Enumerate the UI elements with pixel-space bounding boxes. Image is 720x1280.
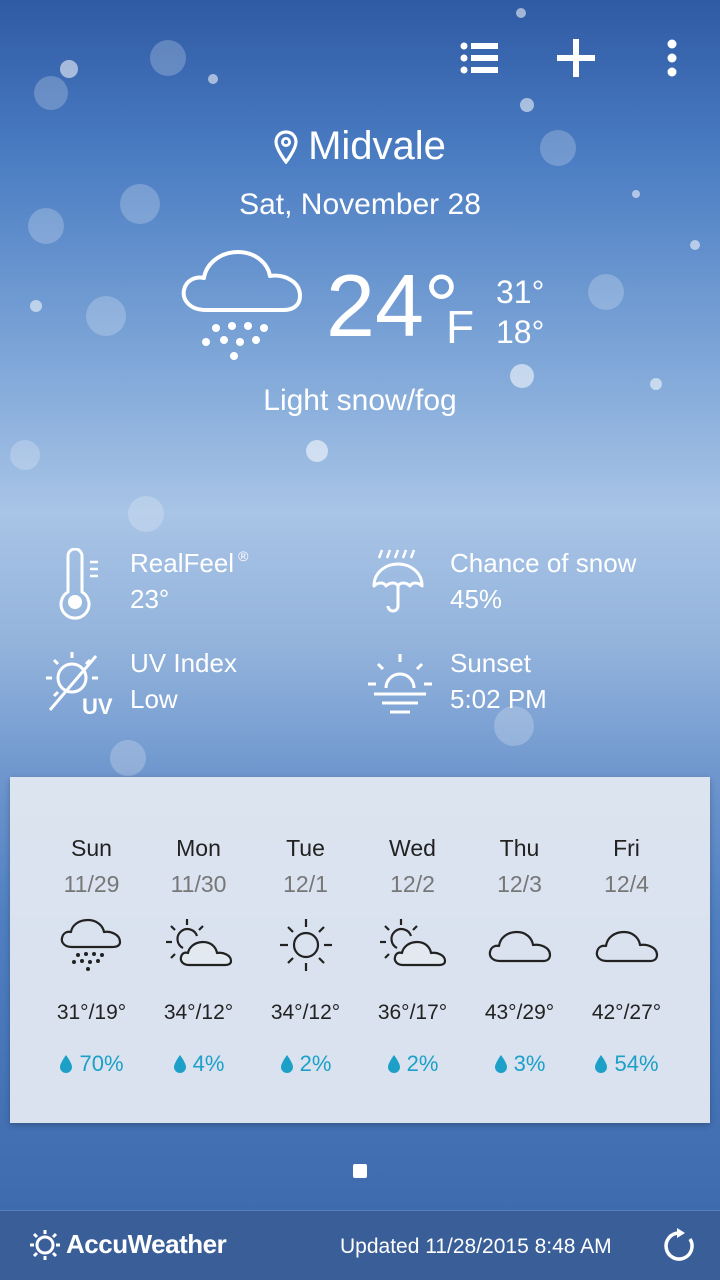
- current-temperature: 24°: [326, 256, 460, 355]
- list-button[interactable]: [452, 30, 508, 86]
- forecast-precip-value: 54%: [614, 1051, 659, 1076]
- sunset-icon: [368, 654, 432, 714]
- water-drop-icon: [494, 1055, 507, 1073]
- forecast-precip: 3%: [466, 1051, 573, 1077]
- more-vert-icon: [667, 39, 677, 77]
- forecast-precip: 2%: [252, 1051, 359, 1077]
- forecast-precip: 70%: [38, 1051, 145, 1077]
- snow-cloud-icon: [181, 250, 302, 360]
- accuweather-logo[interactable]: AccuWeather: [30, 1229, 227, 1260]
- forecast-temps: 42°/27°: [591, 1001, 662, 1024]
- forecast-day-name: Thu: [499, 835, 540, 861]
- forecast-precip: 4%: [145, 1051, 252, 1077]
- uv-icon: UV: [46, 652, 113, 719]
- forecast-day[interactable]: Sun 11/29 31°/19° 70%: [38, 777, 145, 1123]
- cloud-icon: [488, 930, 552, 963]
- water-drop-icon: [60, 1055, 73, 1073]
- snow-cloud-icon: [60, 918, 122, 971]
- condition-text: Light snow/fog: [263, 384, 457, 417]
- snow-chance-label: Chance of snow: [450, 548, 637, 578]
- forecast-day[interactable]: Mon 11/30 34°/12° 4%: [145, 777, 252, 1123]
- forecast-date: 12/3: [497, 871, 542, 897]
- plus-icon: [557, 39, 595, 77]
- realfeel-detail: RealFeel ® 23°: [40, 548, 340, 628]
- forecast-day-name: Wed: [389, 835, 436, 861]
- snow-chance-detail: Chance of snow 45%: [360, 548, 660, 628]
- temperature-unit[interactable]: F: [446, 300, 474, 354]
- forecast-day[interactable]: Wed 12/2 36°/17° 2%: [359, 777, 466, 1123]
- forecast-day-name: Sun: [71, 835, 112, 861]
- water-drop-icon: [280, 1055, 293, 1073]
- water-drop-icon: [387, 1055, 400, 1073]
- forecast-temps: 36°/17°: [377, 1001, 448, 1024]
- forecast-day-name: Tue: [286, 835, 325, 861]
- high-temperature: 31°: [496, 274, 545, 310]
- forecast-precip-value: 2%: [299, 1051, 332, 1076]
- forecast-day-name: Mon: [176, 835, 221, 861]
- forecast-day[interactable]: Thu 12/3 43°/29° 3%: [466, 777, 573, 1123]
- forecast-precip-value: 2%: [406, 1051, 439, 1076]
- current-date: Sat, November 28: [239, 188, 481, 221]
- snow-chance-value: 45%: [450, 584, 503, 614]
- forecast-day-name: Fri: [613, 835, 640, 861]
- refresh-icon[interactable]: [660, 1227, 698, 1265]
- brand-name: AccuWeather: [66, 1229, 227, 1259]
- sunset-value: 5:02 PM: [450, 684, 547, 714]
- sunset-label: Sunset: [450, 648, 531, 678]
- sun-icon: [280, 919, 332, 971]
- page-indicator: [353, 1164, 367, 1178]
- forecast-date: 12/4: [604, 871, 649, 897]
- forecast-day[interactable]: Fri 12/4 42°/27° 54%: [573, 777, 680, 1123]
- uv-index-detail: UV UV Index Low: [40, 648, 340, 728]
- last-updated: Updated 11/28/2015 8:48 AM: [340, 1235, 612, 1258]
- footer-bar: AccuWeather Updated 11/28/2015 8:48 AM: [0, 1210, 720, 1280]
- forecast-day[interactable]: Tue 12/1 34°/12° 2%: [252, 777, 359, 1123]
- partly-cloudy-icon: [166, 919, 233, 967]
- uv-index-label: UV Index: [130, 648, 237, 678]
- forecast-date: 12/2: [390, 871, 435, 897]
- uv-badge: UV: [82, 694, 113, 719]
- sunset-detail: Sunset 5:02 PM: [360, 648, 660, 728]
- water-drop-icon: [173, 1055, 186, 1073]
- low-temperature: 18°: [496, 314, 545, 350]
- forecast-precip-value: 4%: [192, 1051, 225, 1076]
- forecast-date: 11/29: [63, 871, 120, 897]
- forecast-precip: 2%: [359, 1051, 466, 1077]
- top-action-bar: [0, 0, 720, 110]
- add-location-button[interactable]: [548, 30, 604, 86]
- water-drop-icon: [595, 1055, 608, 1073]
- forecast-temps: 34°/12°: [163, 1001, 234, 1024]
- umbrella-icon: [372, 549, 424, 613]
- forecast-temps: 31°/19°: [56, 1001, 127, 1024]
- forecast-precip-value: 70%: [79, 1051, 124, 1076]
- partly-cloudy-icon: [380, 919, 447, 967]
- uv-index-value: Low: [130, 684, 178, 714]
- thermometer-icon: [59, 548, 98, 620]
- location-title[interactable]: Midvale: [0, 124, 720, 169]
- cloud-icon: [595, 930, 659, 963]
- realfeel-value: 23°: [130, 584, 170, 614]
- forecast-date: 11/30: [170, 871, 227, 897]
- sun-logo-icon: [30, 1229, 60, 1260]
- realfeel-label: RealFeel: [130, 548, 235, 578]
- forecast-date: 12/1: [283, 871, 328, 897]
- forecast-precip: 54%: [573, 1051, 680, 1077]
- location-pin-icon: [274, 129, 298, 164]
- overflow-menu-button[interactable]: [644, 30, 700, 86]
- forecast-precip-value: 3%: [513, 1051, 546, 1076]
- forecast-temps: 43°/29°: [484, 1001, 555, 1024]
- registered-mark: ®: [238, 548, 249, 564]
- list-icon: [460, 42, 498, 74]
- forecast-temps: 34°/12°: [270, 1001, 341, 1024]
- daily-forecast-panel[interactable]: Sun 11/29 31°/19° 70% Mon 11/30 34°/12°: [10, 777, 710, 1123]
- location-name: Midvale: [308, 124, 446, 168]
